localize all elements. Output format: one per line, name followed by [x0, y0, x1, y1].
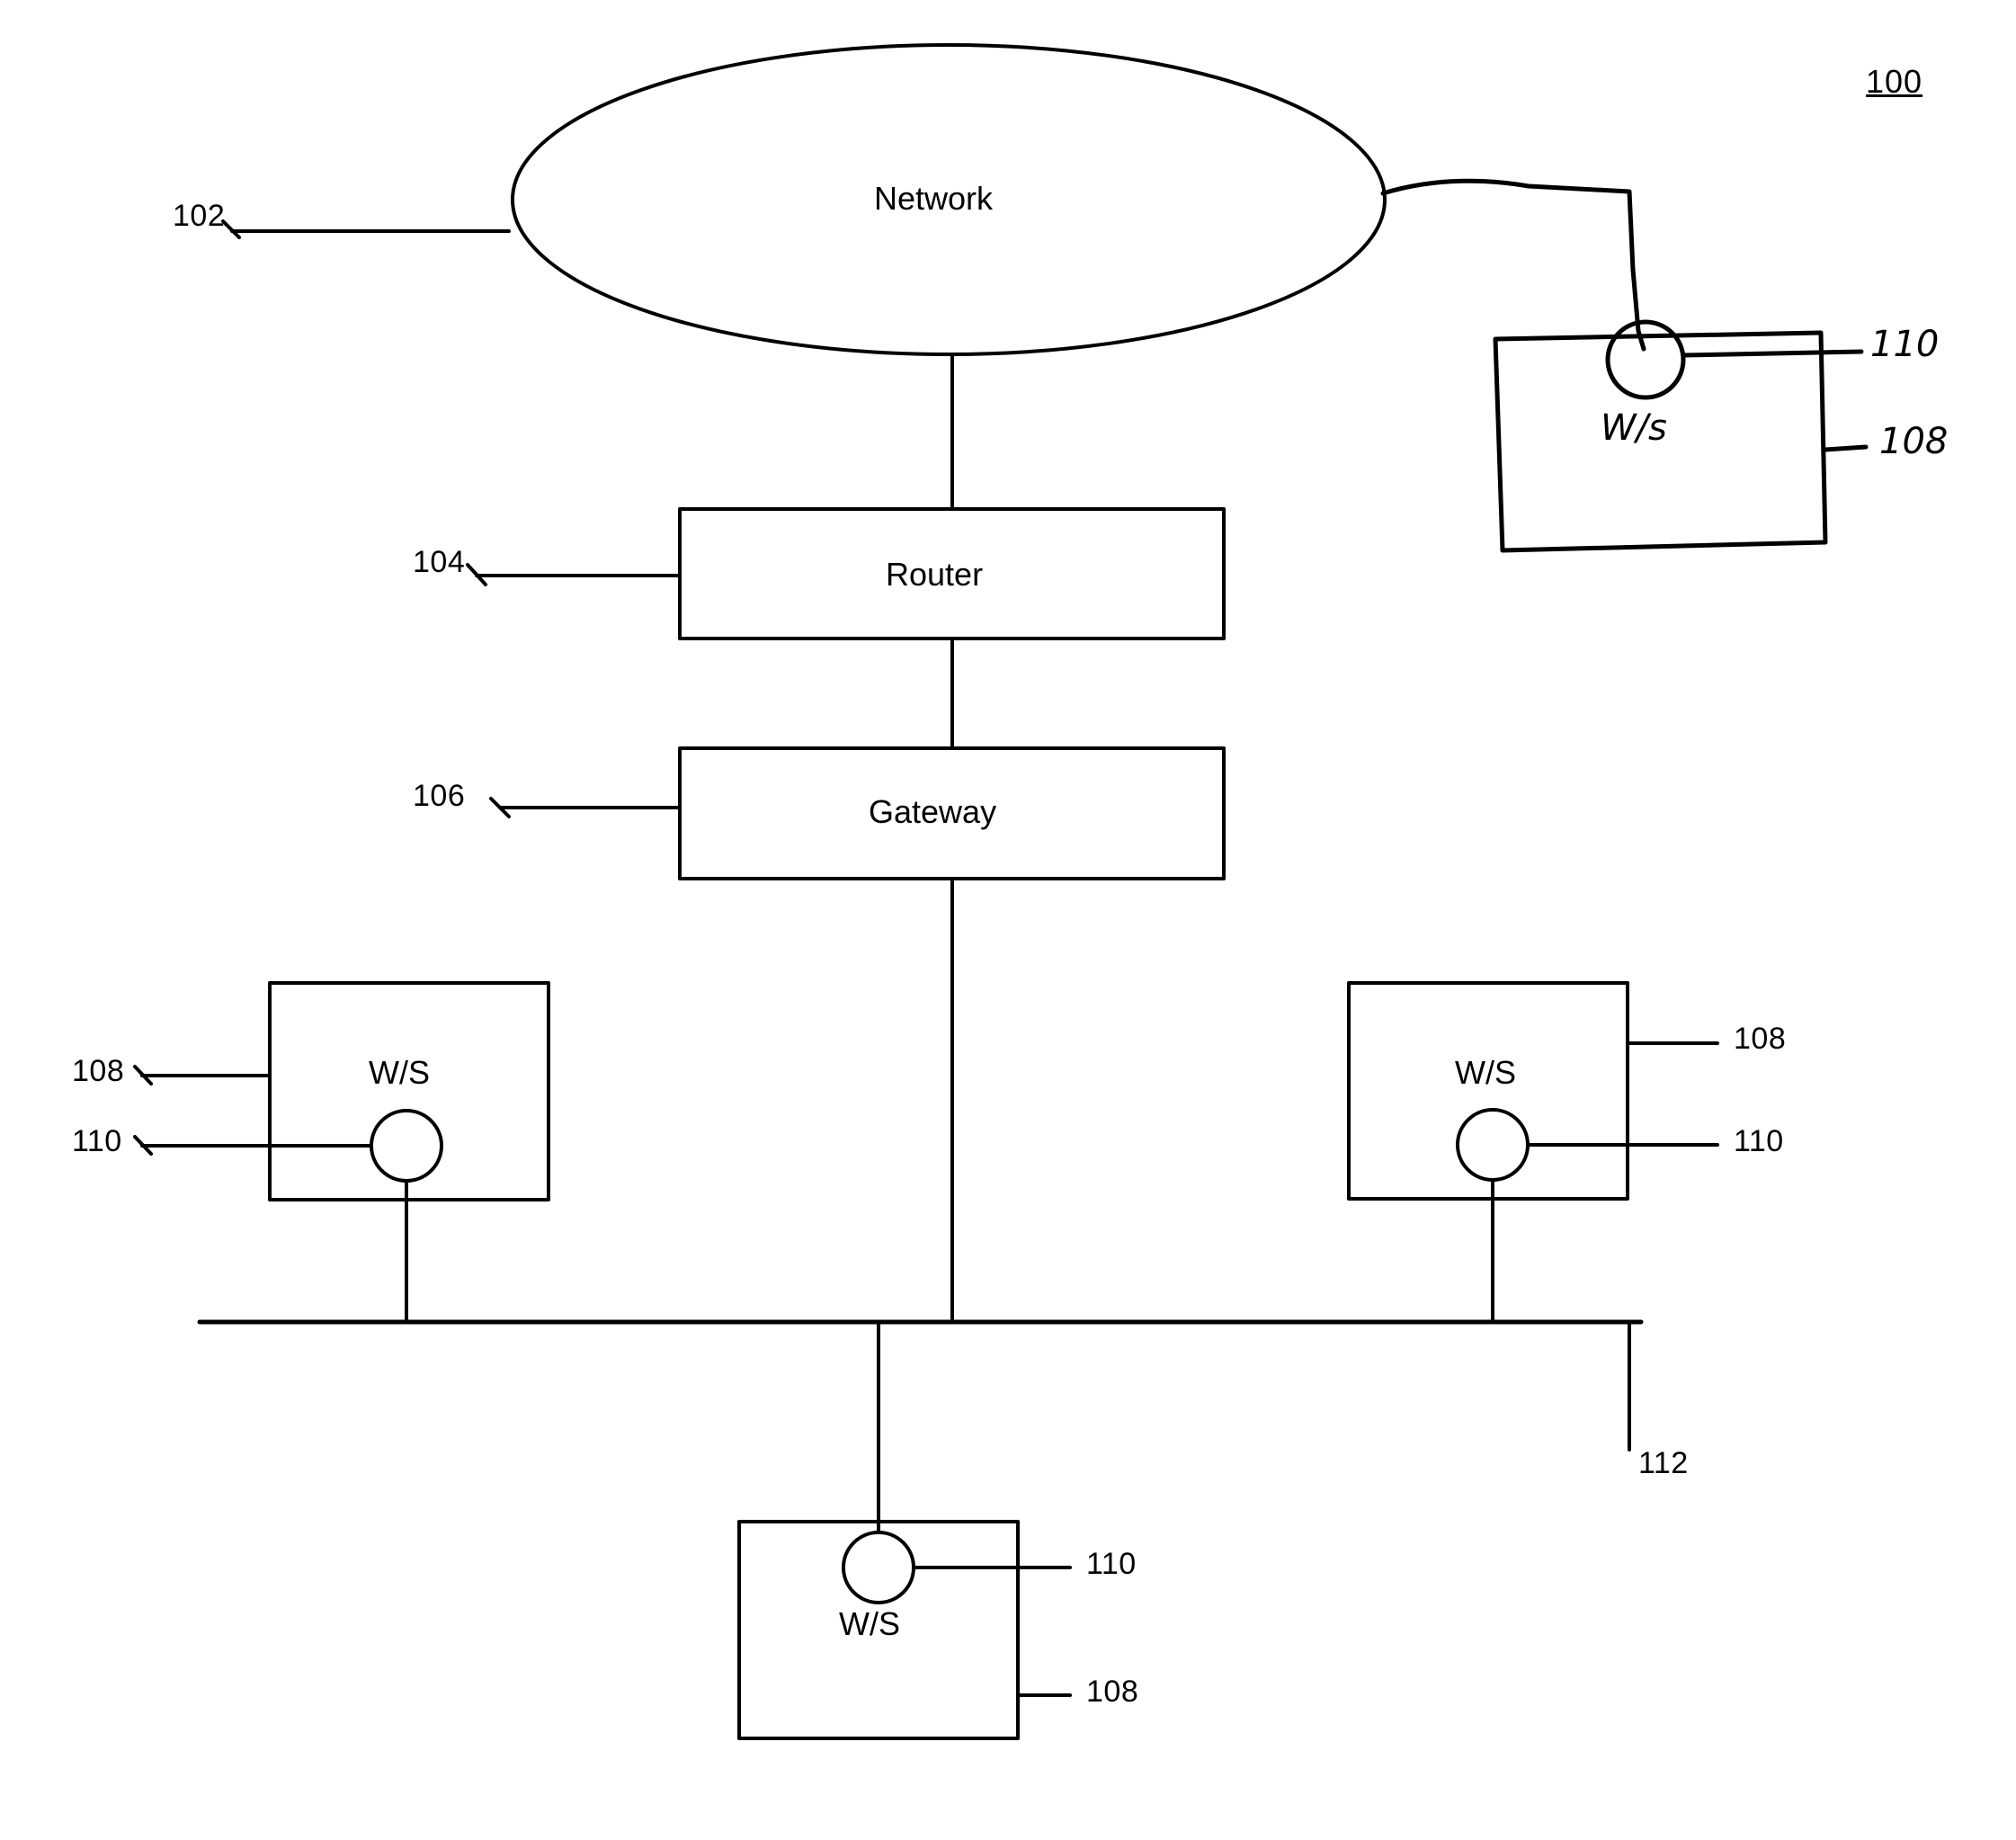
ref-108-left: 108: [72, 1054, 125, 1088]
gateway-label: Gateway: [869, 793, 997, 830]
ref-110-right: 110: [1734, 1124, 1784, 1158]
ref-110-left: 110: [72, 1124, 122, 1158]
ws-bottom-label: W/S: [839, 1605, 900, 1642]
link-network-to-ws-topright: [1380, 178, 1646, 352]
ws-left-circle: [370, 1109, 443, 1183]
ref-104: 104: [413, 545, 466, 579]
ref-110-topright: 110: [1870, 324, 1940, 365]
ws-topright-circle: [1605, 319, 1686, 400]
ref-110-bottom: 110: [1086, 1547, 1137, 1581]
network-diagram: [133, 43, 1869, 1740]
ws-topright-label: W/s: [1601, 407, 1667, 449]
ref-108-topright: 108: [1879, 421, 1949, 462]
router-label: Router: [886, 556, 984, 593]
ref-102: 102: [173, 199, 226, 233]
ref-112: 112: [1638, 1446, 1689, 1480]
network-label: Network: [874, 180, 994, 217]
figure-number: 100: [1866, 63, 1923, 100]
ref-108-bottom: 108: [1086, 1675, 1139, 1709]
ref-106: 106: [413, 779, 466, 813]
ws-right-label: W/S: [1455, 1054, 1516, 1091]
ws-left-label: W/S: [369, 1054, 430, 1091]
ws-bottom-circle: [842, 1531, 915, 1604]
ref-108-right: 108: [1734, 1022, 1787, 1056]
ws-topright-leader-108: [1823, 444, 1869, 452]
figure-canvas: 100 102 Network 104 Router 106 Gateway W…: [0, 0, 2016, 1840]
ws-topright-leader-110: [1681, 349, 1864, 358]
ws-right-circle: [1456, 1108, 1530, 1182]
